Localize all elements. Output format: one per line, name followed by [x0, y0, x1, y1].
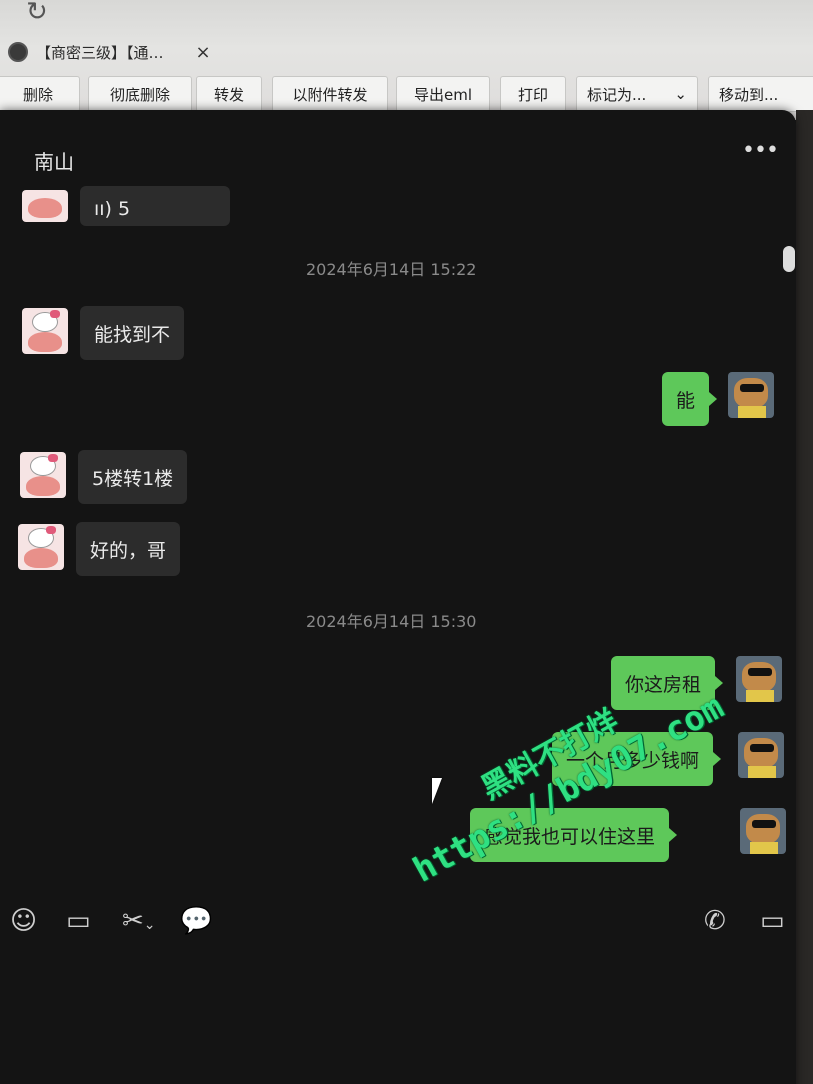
- contact-avatar[interactable]: [18, 524, 64, 570]
- scrollbar-thumb[interactable]: [783, 246, 795, 272]
- message-timestamp: 2024年6月14日 15:30: [306, 612, 477, 631]
- contact-avatar[interactable]: [22, 308, 68, 354]
- message-bubble-outgoing: 能: [662, 372, 718, 426]
- emoji-icon[interactable]: ☺: [10, 906, 37, 936]
- move-to-dropdown[interactable]: 移动到...: [708, 76, 813, 112]
- message-bubble-incoming: 5楼转1楼: [78, 450, 188, 504]
- print-button[interactable]: 打印: [500, 76, 566, 112]
- tab-title: 【商密三级】【通…: [36, 43, 164, 62]
- message-bubble-incoming: 好的，哥: [76, 522, 181, 576]
- browser-tab[interactable]: 【商密三级】【通… ×: [8, 36, 248, 68]
- delete-button[interactable]: 删除: [0, 76, 80, 112]
- chevron-down-icon: ⌄: [143, 917, 156, 933]
- user-avatar[interactable]: [740, 808, 786, 854]
- permanent-delete-button[interactable]: 彻底删除: [88, 76, 192, 112]
- message-bubble-incoming: 能找到不: [80, 306, 185, 360]
- user-avatar[interactable]: [728, 372, 774, 418]
- scissors-icon[interactable]: ✂⌄: [122, 906, 156, 940]
- export-eml-button[interactable]: 导出eml: [396, 76, 490, 112]
- video-icon[interactable]: ▭: [760, 906, 785, 936]
- user-avatar[interactable]: [736, 656, 782, 702]
- reload-icon[interactable]: ↻: [26, 0, 54, 26]
- contact-avatar[interactable]: [22, 190, 68, 222]
- phone-icon[interactable]: ✆: [704, 906, 726, 936]
- tab-close-icon[interactable]: ×: [196, 42, 211, 63]
- message-bubble-partial: ıı) 5: [80, 186, 230, 226]
- folder-icon[interactable]: ▭: [66, 906, 91, 936]
- contact-avatar[interactable]: [20, 452, 66, 498]
- message-timestamp: 2024年6月14日 15:22: [306, 260, 477, 279]
- globe-icon: [8, 42, 28, 62]
- mark-as-dropdown[interactable]: 标记为... ⌄: [576, 76, 698, 112]
- forward-as-attachment-button[interactable]: 以附件转发: [272, 76, 388, 112]
- chat-bubble-icon[interactable]: 💬: [180, 906, 212, 936]
- chat-window: 南山 ••• ıı) 5 2024年6月14日 15:22 能找到不 能 5楼转…: [0, 110, 796, 1084]
- chat-title: 南山: [34, 150, 74, 174]
- browser-chrome: ↻ 【商密三级】【通… × 删除 彻底删除 转发 以附件转发 导出eml 打印 …: [0, 0, 813, 120]
- user-avatar[interactable]: [738, 732, 784, 778]
- chevron-down-icon: ⌄: [674, 85, 687, 103]
- forward-button[interactable]: 转发: [196, 76, 262, 112]
- more-options-icon[interactable]: •••: [742, 138, 779, 163]
- background-edge: [796, 110, 813, 1084]
- mark-as-label: 标记为...: [587, 85, 647, 104]
